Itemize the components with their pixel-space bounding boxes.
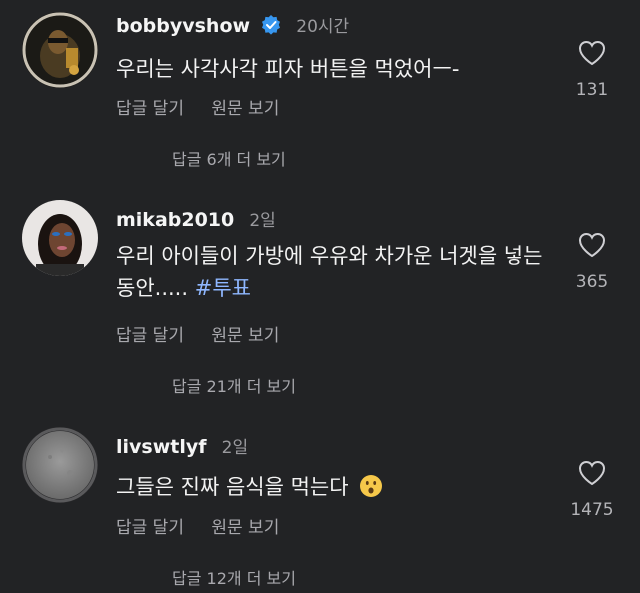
comment-body: 그들은 진짜 음식을 먹는다 [116,475,349,499]
view-more-replies[interactable]: 답글 6개 더 보기 [172,146,286,170]
username[interactable]: bobbyvshow [116,15,250,37]
avatar-image [22,427,98,503]
surprised-face-emoji-icon [360,475,383,497]
avatar[interactable] [22,427,98,503]
comment-time: 2일 [221,438,249,458]
comment-text: 우리 아이들이 가방에 우유와 차가운 너겟을 넣는 동안..... #투표 [116,240,546,304]
username[interactable]: mikab2010 [116,209,234,231]
view-more-replies[interactable]: 답글 21개 더 보기 [172,373,296,397]
comment-time: 20시간 [296,17,350,37]
reply-button[interactable]: 답글 달기 [116,99,184,119]
avatar[interactable] [22,12,98,88]
heart-icon[interactable] [578,40,606,66]
view-more-replies[interactable]: 답글 12개 더 보기 [172,565,296,589]
avatar-image [22,200,98,276]
heart-icon[interactable] [578,460,606,486]
comment-time: 2일 [249,211,276,231]
like-count: 131 [575,80,609,100]
verified-badge-icon [262,15,281,35]
reply-button[interactable]: 답글 달기 [116,518,184,538]
comment-text: 우리는 사각사각 피자 버튼을 먹었어ㅡ- [116,53,556,85]
see-original-button[interactable]: 원문 보기 [211,99,279,119]
see-original-button[interactable]: 원문 보기 [211,518,279,538]
like-count: 365 [575,272,609,292]
comment-body: 우리 아이들이 가방에 우유와 차가운 너겟을 넣는 동안..... [116,244,543,300]
comment-text: 그들은 진짜 음식을 먹는다 [116,471,556,503]
reply-button[interactable]: 답글 달기 [116,326,184,346]
avatar[interactable] [22,200,98,276]
hashtag-link[interactable]: #투표 [195,276,251,300]
comment-body: 우리는 사각사각 피자 버튼을 먹었어ㅡ- [116,57,460,81]
username[interactable]: livswtlyf [116,436,207,458]
see-original-button[interactable]: 원문 보기 [211,326,279,346]
avatar-image [22,12,98,88]
heart-icon[interactable] [578,232,606,258]
like-count: 1475 [570,500,614,520]
